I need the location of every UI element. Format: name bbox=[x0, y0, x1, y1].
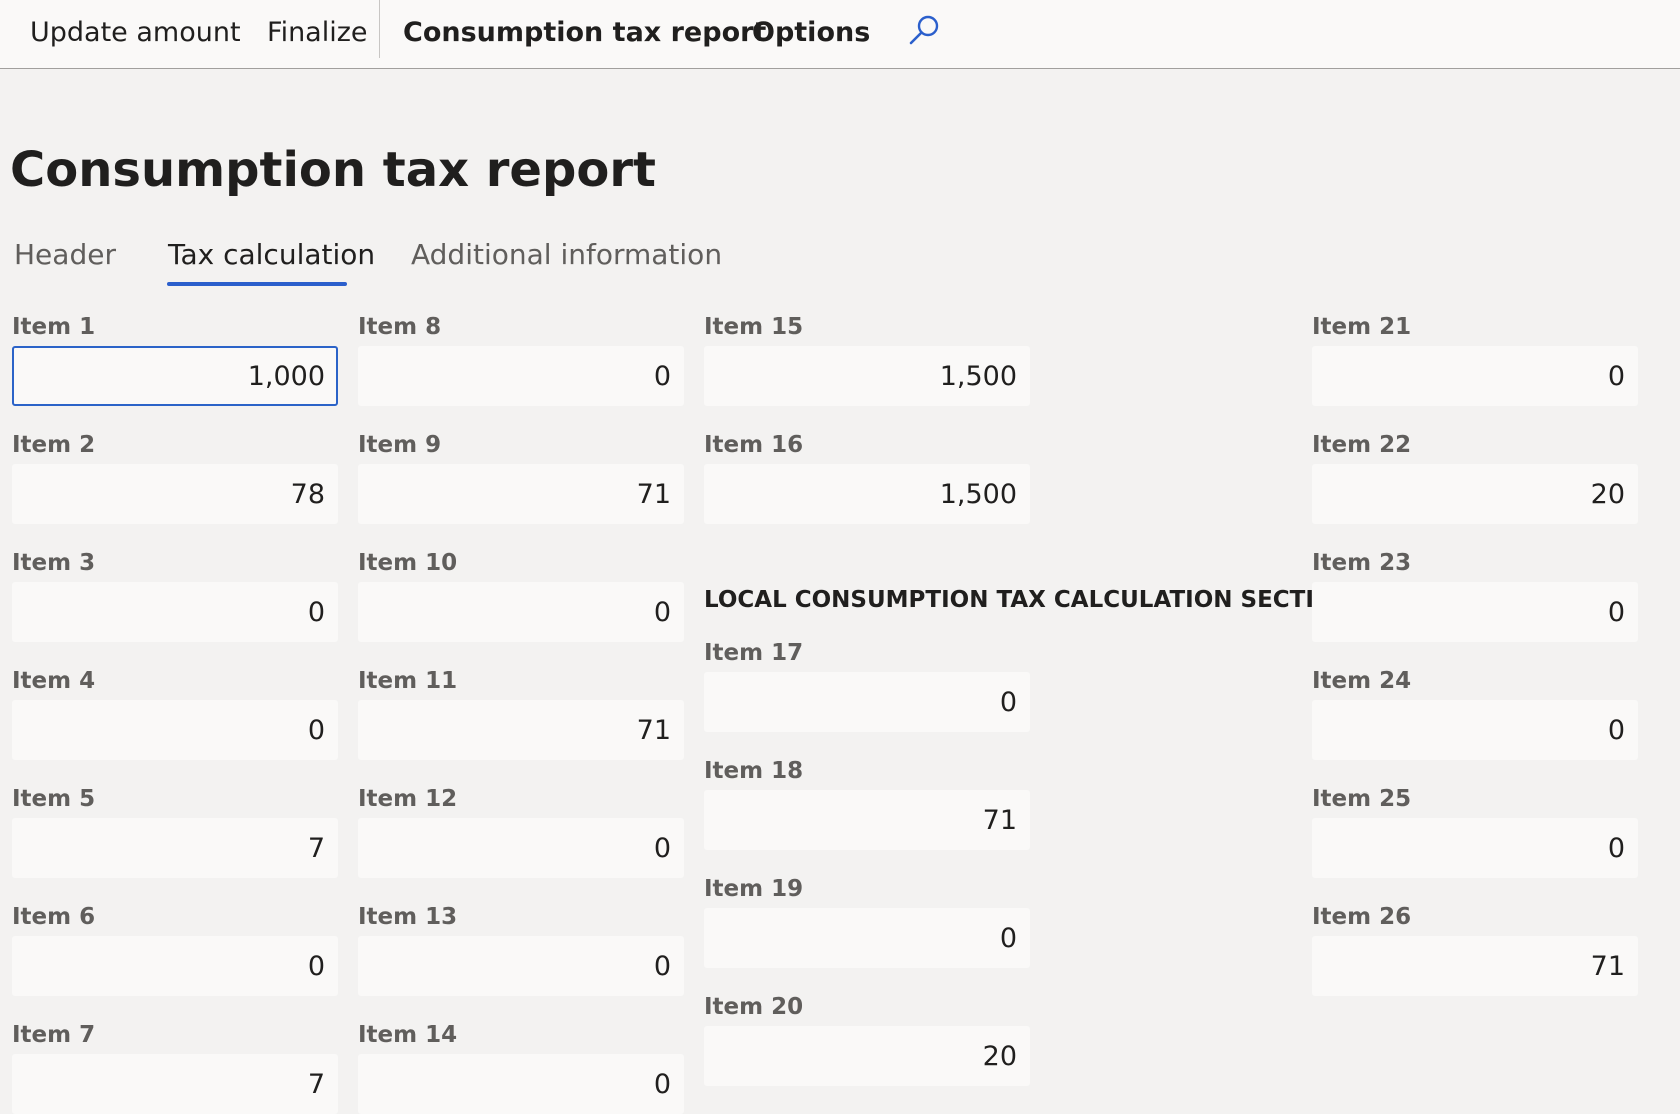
item-7-field[interactable] bbox=[12, 1054, 338, 1114]
tab-tax-calculation[interactable]: Tax calculation bbox=[168, 236, 375, 274]
item-5-field[interactable] bbox=[12, 818, 338, 878]
item-20-label: Item 20 bbox=[704, 994, 804, 1020]
item-22-field[interactable] bbox=[1312, 464, 1638, 524]
item-6-field[interactable] bbox=[12, 936, 338, 996]
item-11-label: Item 11 bbox=[358, 668, 458, 694]
item-10-field[interactable] bbox=[358, 582, 684, 642]
item-15-label: Item 15 bbox=[704, 314, 804, 340]
item-24-label: Item 24 bbox=[1312, 668, 1412, 694]
active-tab-indicator bbox=[167, 282, 347, 286]
item-17-field[interactable] bbox=[704, 672, 1030, 732]
item-14-field[interactable] bbox=[358, 1054, 684, 1114]
item-16-field[interactable] bbox=[704, 464, 1030, 524]
search-icon[interactable] bbox=[907, 12, 943, 48]
item-11-field[interactable] bbox=[358, 700, 684, 760]
item-8-field[interactable] bbox=[358, 346, 684, 406]
tab-header[interactable]: Header bbox=[14, 236, 116, 274]
item-21-field[interactable] bbox=[1312, 346, 1638, 406]
item-3-label: Item 3 bbox=[12, 550, 96, 576]
item-3-field[interactable] bbox=[12, 582, 338, 642]
item-12-label: Item 12 bbox=[358, 786, 458, 812]
item-25-label: Item 25 bbox=[1312, 786, 1412, 812]
options-button[interactable]: Options bbox=[752, 0, 870, 66]
item-5-label: Item 5 bbox=[12, 786, 96, 812]
tab-additional-information[interactable]: Additional information bbox=[411, 236, 722, 274]
item-24-field[interactable] bbox=[1312, 700, 1638, 760]
item-23-field[interactable] bbox=[1312, 582, 1638, 642]
item-9-label: Item 9 bbox=[358, 432, 442, 458]
item-12-field[interactable] bbox=[358, 818, 684, 878]
local-consumption-tax-section-heading: LOCAL CONSUMPTION TAX CALCULATION SECTIO… bbox=[704, 587, 1353, 613]
item-20-field[interactable] bbox=[704, 1026, 1030, 1086]
consumption-tax-report-button[interactable]: Consumption tax report bbox=[403, 0, 766, 66]
item-21-label: Item 21 bbox=[1312, 314, 1412, 340]
item-26-label: Item 26 bbox=[1312, 904, 1412, 930]
item-6-label: Item 6 bbox=[12, 904, 96, 930]
item-19-label: Item 19 bbox=[704, 876, 804, 902]
item-8-label: Item 8 bbox=[358, 314, 442, 340]
update-amount-button[interactable]: Update amount bbox=[30, 0, 241, 66]
item-17-label: Item 17 bbox=[704, 640, 804, 666]
item-4-field[interactable] bbox=[12, 700, 338, 760]
item-2-field[interactable] bbox=[12, 464, 338, 524]
item-13-label: Item 13 bbox=[358, 904, 458, 930]
finalize-button[interactable]: Finalize bbox=[267, 0, 368, 66]
item-10-label: Item 10 bbox=[358, 550, 458, 576]
item-25-field[interactable] bbox=[1312, 818, 1638, 878]
item-1-label: Item 1 bbox=[12, 314, 96, 340]
page-title: Consumption tax report bbox=[10, 142, 656, 198]
item-15-field[interactable] bbox=[704, 346, 1030, 406]
item-1-field[interactable] bbox=[12, 346, 338, 406]
item-14-label: Item 14 bbox=[358, 1022, 458, 1048]
item-4-label: Item 4 bbox=[12, 668, 96, 694]
item-26-field[interactable] bbox=[1312, 936, 1638, 996]
item-9-field[interactable] bbox=[358, 464, 684, 524]
item-22-label: Item 22 bbox=[1312, 432, 1412, 458]
action-pane: Update amount Finalize Consumption tax r… bbox=[0, 0, 1680, 69]
item-18-label: Item 18 bbox=[704, 758, 804, 784]
item-19-field[interactable] bbox=[704, 908, 1030, 968]
item-2-label: Item 2 bbox=[12, 432, 96, 458]
item-18-field[interactable] bbox=[704, 790, 1030, 850]
item-23-label: Item 23 bbox=[1312, 550, 1412, 576]
item-13-field[interactable] bbox=[358, 936, 684, 996]
item-16-label: Item 16 bbox=[704, 432, 804, 458]
item-7-label: Item 7 bbox=[12, 1022, 96, 1048]
toolbar-divider bbox=[379, 0, 380, 58]
